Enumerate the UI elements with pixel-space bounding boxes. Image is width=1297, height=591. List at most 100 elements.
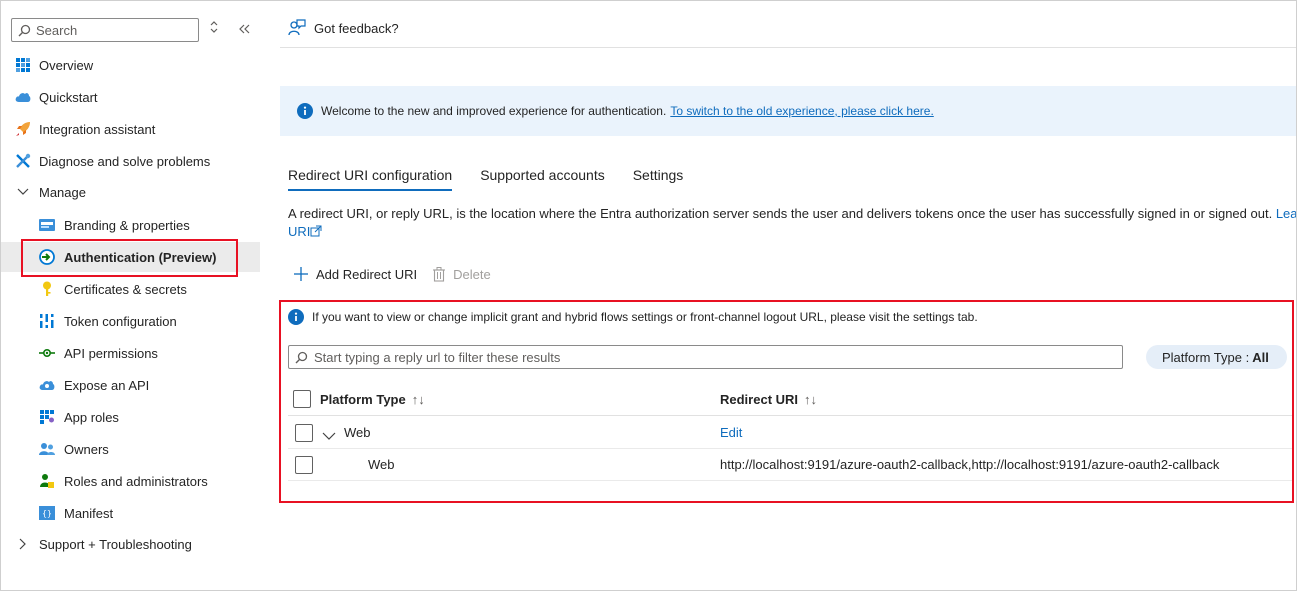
edit-link[interactable]: Edit: [720, 425, 742, 440]
token-bars-icon: [39, 313, 55, 329]
manifest-icon: {}: [39, 505, 55, 521]
row-checkbox[interactable]: [295, 424, 313, 442]
search-placeholder: Search: [36, 22, 78, 38]
rocket-icon: [15, 121, 31, 137]
delete-button[interactable]: Delete: [433, 266, 491, 282]
search-icon: [18, 24, 31, 36]
branding-icon: [39, 217, 55, 233]
sidebar-item-integration-assistant[interactable]: Integration assistant: [1, 114, 260, 144]
info-banner: Welcome to the new and improved experien…: [280, 86, 1296, 136]
header-divider: [280, 47, 1296, 48]
sidebar-item-token-configuration[interactable]: Token configuration: [1, 306, 260, 336]
api-permissions-icon: [39, 345, 55, 361]
learn-more-link-continued[interactable]: URI: [288, 224, 322, 239]
add-redirect-uri-label: Add Redirect URI: [316, 266, 418, 282]
add-redirect-uri-button[interactable]: Add Redirect URI: [294, 267, 417, 282]
chevron-down-icon[interactable]: [322, 428, 336, 443]
sidebar-item-roles-admins[interactable]: Roles and administrators: [1, 466, 260, 496]
key-icon: [39, 281, 55, 297]
column-header-platform-type[interactable]: Platform Type ↑↓: [320, 392, 425, 407]
chevron-right-icon: [15, 536, 31, 552]
sidebar-item-label: Quickstart: [39, 89, 98, 105]
external-link-icon: [310, 225, 322, 237]
redirect-uri-cell: http://localhost:9191/azure-oauth2-callb…: [720, 457, 1220, 472]
sidebar-item-label: Support + Troubleshooting: [39, 536, 192, 552]
description-text: A redirect URI, or reply URL, is the loc…: [288, 206, 1273, 221]
sidebar-item-support[interactable]: Support + Troubleshooting: [1, 529, 260, 559]
info-icon: [288, 309, 304, 325]
plus-icon: [294, 267, 308, 281]
command-bar: Add Redirect URI Delete: [294, 263, 507, 285]
sidebar-item-owners[interactable]: Owners: [1, 434, 260, 464]
tab-redirect-uri-configuration[interactable]: Redirect URI configuration: [288, 159, 453, 191]
sidebar-item-expose-api[interactable]: Expose an API: [1, 370, 260, 400]
highlight-box-authentication: [21, 239, 238, 277]
roles-admin-icon: [39, 473, 55, 489]
sidebar-item-quickstart[interactable]: Quickstart: [1, 82, 260, 112]
sidebar-item-label: Integration assistant: [39, 121, 156, 137]
tab-supported-accounts[interactable]: Supported accounts: [480, 159, 605, 191]
sidebar-item-label: Branding & properties: [64, 217, 190, 233]
platform-type-label: Platform Type :: [1162, 349, 1250, 365]
table-header: Platform Type ↑↓ Redirect URI ↑↓: [288, 384, 1292, 416]
platform-cell: Web: [344, 425, 371, 440]
sort-icon: ↑↓: [411, 392, 425, 407]
tab-bar: Redirect URI configuration Supported acc…: [288, 159, 711, 191]
banner-text: Welcome to the new and improved experien…: [321, 104, 667, 118]
sidebar-item-label: Overview: [39, 57, 94, 73]
info-icon: [297, 103, 313, 119]
sort-toggle-icon[interactable]: [209, 21, 219, 36]
settings-info-text: If you want to view or change implicit g…: [312, 310, 978, 324]
sidebar-item-label: Certificates & secrets: [64, 281, 187, 297]
feedback-icon: [288, 19, 306, 36]
app-roles-icon: [39, 409, 55, 425]
sidebar-item-manifest[interactable]: {} Manifest: [1, 498, 260, 528]
sidebar-item-manage[interactable]: Manage: [1, 177, 260, 207]
sidebar-item-app-roles[interactable]: App roles: [1, 402, 260, 432]
column-header-redirect-uri[interactable]: Redirect URI ↑↓: [720, 392, 817, 407]
chevron-down-icon: [15, 184, 31, 200]
wrench-icon: [15, 153, 31, 169]
svg-text:{}: {}: [42, 509, 52, 518]
sidebar-item-label: Roles and administrators: [64, 473, 208, 489]
platform-type-value: All: [1252, 349, 1269, 365]
overview-grid-icon: [15, 57, 31, 73]
collapse-sidebar-icon[interactable]: [239, 22, 251, 37]
platform-cell: Web: [368, 457, 395, 472]
owners-icon: [39, 441, 55, 457]
feedback-label: Got feedback?: [314, 20, 399, 36]
sidebar-item-certificates[interactable]: Certificates & secrets: [1, 274, 260, 304]
trash-icon: [433, 266, 446, 282]
platform-type-filter-pill[interactable]: Platform Type : All: [1146, 345, 1287, 369]
settings-info-message: If you want to view or change implicit g…: [288, 309, 978, 325]
sidebar-item-label: Owners: [64, 441, 109, 457]
sidebar-item-label: Manage: [39, 184, 86, 200]
row-checkbox[interactable]: [295, 456, 313, 474]
filter-placeholder: Start typing a reply url to filter these…: [314, 349, 561, 365]
cloud-api-icon: [39, 377, 55, 393]
sidebar-item-overview[interactable]: Overview: [1, 50, 260, 80]
table-row-group-web: Web Edit: [288, 417, 1292, 449]
sidebar-item-label: Diagnose and solve problems: [39, 153, 211, 169]
table-row-web-uri: Web http://localhost:9191/azure-oauth2-c…: [288, 449, 1292, 481]
sidebar-item-label: Manifest: [64, 505, 114, 521]
sidebar-item-label: API permissions: [64, 345, 158, 361]
feedback-button[interactable]: Got feedback?: [288, 19, 399, 37]
tab-settings[interactable]: Settings: [633, 159, 684, 191]
sidebar-item-label: Expose an API: [64, 377, 150, 393]
sidebar-item-branding[interactable]: Branding & properties: [1, 210, 260, 240]
cloud-icon: [15, 89, 31, 105]
sort-icon: ↑↓: [804, 392, 818, 407]
sidebar-item-api-permissions[interactable]: API permissions: [1, 338, 260, 368]
sidebar-item-label: Token configuration: [64, 313, 177, 329]
sidebar-item-diagnose[interactable]: Diagnose and solve problems: [1, 146, 260, 176]
learn-more-link[interactable]: Learn: [1276, 206, 1296, 221]
sidebar: Search Overview Quickstart Integration a…: [1, 1, 260, 589]
reply-url-filter-input[interactable]: Start typing a reply url to filter these…: [288, 345, 1123, 369]
redirect-uri-description: A redirect URI, or reply URL, is the loc…: [288, 205, 1296, 241]
select-all-checkbox[interactable]: [293, 390, 311, 408]
sidebar-search-input[interactable]: Search: [11, 18, 199, 42]
switch-old-experience-link[interactable]: To switch to the old experience, please …: [670, 104, 933, 118]
search-icon: [295, 351, 308, 363]
sidebar-item-label: App roles: [64, 409, 119, 425]
